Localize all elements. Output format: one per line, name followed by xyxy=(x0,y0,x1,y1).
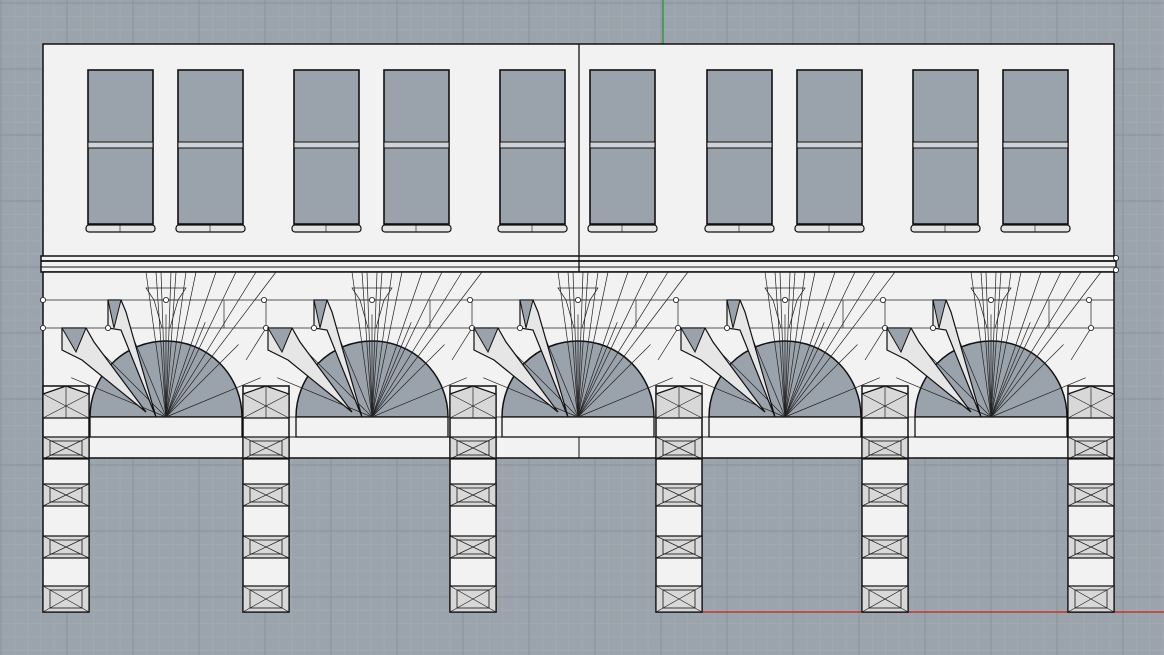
control-point xyxy=(466,296,473,303)
window xyxy=(381,69,452,233)
rustication-block xyxy=(449,436,497,460)
rhino-front-viewport[interactable] xyxy=(0,0,1164,655)
rustication-block xyxy=(861,483,909,507)
control-point xyxy=(105,324,112,331)
control-point xyxy=(517,324,524,331)
control-point xyxy=(1113,254,1120,261)
window xyxy=(910,69,981,233)
arch-impost xyxy=(914,416,1068,438)
window xyxy=(497,69,568,233)
window xyxy=(85,69,156,233)
rustication-block xyxy=(861,436,909,460)
rustication-block xyxy=(449,535,497,559)
rustication-block xyxy=(655,585,703,613)
rustication-block xyxy=(449,483,497,507)
rustication-block xyxy=(42,436,90,460)
window xyxy=(175,69,246,233)
pier xyxy=(1067,385,1115,613)
rustication-block xyxy=(42,483,90,507)
window xyxy=(794,69,865,233)
pier xyxy=(655,385,703,613)
control-point xyxy=(1113,266,1120,273)
rustication-block xyxy=(449,585,497,613)
rustication-block xyxy=(655,483,703,507)
rustication-block xyxy=(242,585,290,613)
control-point xyxy=(260,296,267,303)
control-point xyxy=(930,324,937,331)
window xyxy=(704,69,775,233)
control-point xyxy=(782,296,789,303)
window xyxy=(1000,69,1071,233)
rustication-block xyxy=(655,535,703,559)
control-point xyxy=(1086,296,1093,303)
arch-impost xyxy=(295,416,449,438)
rustication-block xyxy=(655,436,703,460)
control-point xyxy=(675,324,682,331)
pier xyxy=(449,385,497,613)
arch-impost xyxy=(501,416,655,438)
pier xyxy=(242,385,290,613)
rustication-block xyxy=(42,535,90,559)
arch-impost xyxy=(708,416,862,438)
pier xyxy=(42,385,90,613)
control-point xyxy=(368,296,375,303)
rustication-block xyxy=(1067,585,1115,613)
rustication-block xyxy=(1067,483,1115,507)
control-point xyxy=(40,296,47,303)
rustication-block xyxy=(242,436,290,460)
viewport-canvas[interactable] xyxy=(0,0,1164,655)
control-point xyxy=(724,324,731,331)
control-point xyxy=(988,296,995,303)
window xyxy=(291,69,362,233)
rustication-block xyxy=(42,585,90,613)
rustication-block xyxy=(1067,436,1115,460)
rustication-block xyxy=(861,585,909,613)
control-point xyxy=(673,296,680,303)
rustication-block xyxy=(861,535,909,559)
arch-impost xyxy=(89,416,243,438)
rustication-block xyxy=(1067,535,1115,559)
pier xyxy=(861,385,909,613)
control-point xyxy=(880,296,887,303)
cornice-band xyxy=(40,255,1117,273)
window xyxy=(587,69,658,233)
control-point xyxy=(575,296,582,303)
control-point xyxy=(1088,324,1095,331)
control-point xyxy=(310,324,317,331)
control-point xyxy=(162,296,169,303)
rustication-block xyxy=(242,535,290,559)
control-point xyxy=(40,324,47,331)
rustication-block xyxy=(242,483,290,507)
